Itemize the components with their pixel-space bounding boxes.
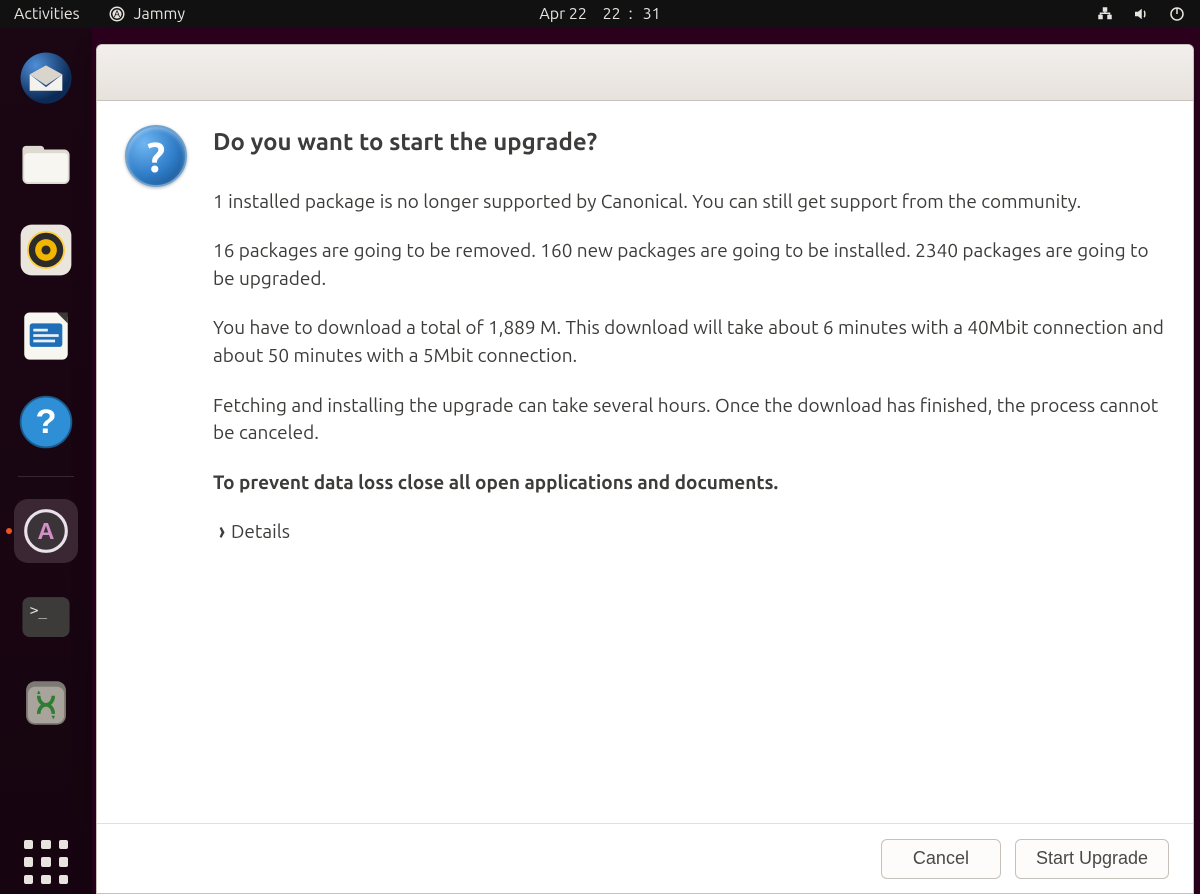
- thunderbird-icon: [17, 49, 75, 107]
- paragraph-download: You have to download a total of 1,889 M.…: [213, 314, 1165, 369]
- svg-text:A: A: [38, 518, 55, 544]
- details-label: Details: [231, 518, 290, 546]
- paragraph-prevent: To prevent data loss close all open appl…: [213, 469, 1165, 497]
- dock-terminal[interactable]: >_: [14, 585, 78, 649]
- network-icon: [1096, 5, 1114, 23]
- writer-icon: [17, 307, 75, 365]
- upgrade-dialog: ? Do you want to start the upgrade? 1 in…: [96, 44, 1194, 894]
- dialog-footer: Cancel Start Upgrade: [97, 823, 1193, 893]
- files-icon: [17, 135, 75, 193]
- volume-icon: [1132, 5, 1150, 23]
- start-upgrade-button[interactable]: Start Upgrade: [1015, 839, 1169, 879]
- cancel-button[interactable]: Cancel: [881, 839, 1001, 879]
- help-icon: ?: [17, 393, 75, 451]
- paragraph-unsupported: 1 installed package is no longer support…: [213, 188, 1165, 216]
- activities-button[interactable]: Activities: [14, 5, 80, 23]
- dock-thunderbird[interactable]: [14, 46, 78, 110]
- dock-writer[interactable]: [14, 304, 78, 368]
- power-icon: [1168, 5, 1186, 23]
- system-status-area[interactable]: [1096, 5, 1186, 23]
- chevron-right-icon: ›: [219, 515, 225, 548]
- dock-files[interactable]: [14, 132, 78, 196]
- dock-divider: [18, 476, 74, 477]
- software-updater-icon: A: [21, 506, 71, 556]
- dialog-heading: Do you want to start the upgrade?: [213, 125, 1165, 160]
- app-badge-icon: A: [108, 5, 126, 23]
- clock[interactable]: Apr 22 22 : 31: [539, 5, 660, 23]
- details-expander[interactable]: › Details: [213, 518, 1165, 546]
- dock-help[interactable]: ?: [14, 390, 78, 454]
- dialog-question-icon: ?: [125, 125, 189, 823]
- rhythmbox-icon: [17, 221, 75, 279]
- show-applications-button[interactable]: [14, 830, 78, 894]
- running-indicator-icon: [6, 528, 12, 534]
- terminal-icon: >_: [17, 588, 75, 646]
- app-menu-label: Jammy: [134, 5, 185, 23]
- svg-text:>_: >_: [30, 603, 48, 619]
- svg-text:?: ?: [35, 403, 56, 441]
- dock-software-updater[interactable]: A: [14, 499, 78, 563]
- top-bar: Activities A Jammy Apr 22 22 : 31: [0, 0, 1200, 28]
- svg-text:A: A: [114, 9, 120, 19]
- paragraph-packages: 16 packages are going to be removed. 160…: [213, 237, 1165, 292]
- dock: ? A >_: [0, 28, 92, 894]
- dialog-titlebar[interactable]: [97, 45, 1193, 101]
- paragraph-warning: Fetching and installing the upgrade can …: [213, 392, 1165, 447]
- dock-trash[interactable]: [14, 671, 78, 735]
- trash-icon: [17, 674, 75, 732]
- dock-rhythmbox[interactable]: [14, 218, 78, 282]
- app-menu[interactable]: A Jammy: [108, 5, 185, 23]
